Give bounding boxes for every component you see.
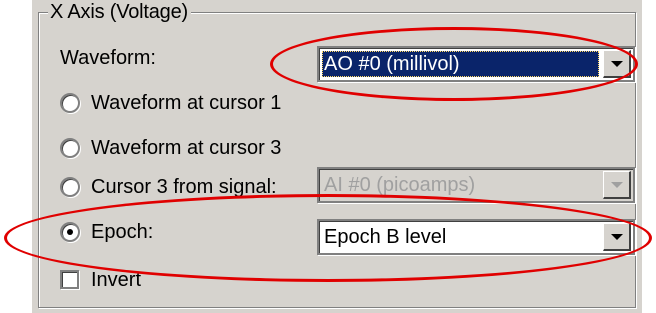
invert-checkbox-label: Invert <box>91 269 142 291</box>
waveform-dropdown-button[interactable] <box>603 50 631 78</box>
waveform-select-value: AO #0 (millivol) <box>322 51 599 77</box>
waveform-label: Waveform: <box>60 47 156 69</box>
waveform-select[interactable]: AO #0 (millivol) <box>317 46 635 82</box>
cursor3-radio-label: Waveform at cursor 3 <box>91 137 282 159</box>
cursor1-radio[interactable] <box>60 93 80 113</box>
cursor3-signal-select: AI #0 (picoamps) <box>317 167 635 203</box>
epoch-dropdown-button[interactable] <box>603 223 631 251</box>
epoch-select[interactable]: Epoch B level <box>317 219 635 255</box>
invert-checkbox[interactable] <box>60 270 79 289</box>
x-axis-group-title: X Axis (Voltage) <box>48 1 191 23</box>
chevron-down-icon <box>611 61 623 67</box>
chevron-down-icon <box>611 234 623 240</box>
chevron-down-icon <box>611 182 623 188</box>
cursor3-from-signal-radio[interactable] <box>60 177 80 197</box>
epoch-select-value: Epoch B level <box>324 226 447 248</box>
epoch-radio-selected-dot <box>67 229 73 235</box>
cursor3-from-signal-label: Cursor 3 from signal: <box>91 176 277 198</box>
cursor3-radio[interactable] <box>60 138 80 158</box>
cursor1-radio-label: Waveform at cursor 1 <box>91 92 282 114</box>
cursor3-signal-dropdown-button <box>603 171 631 199</box>
epoch-radio[interactable] <box>60 222 80 242</box>
epoch-radio-label: Epoch: <box>91 221 154 243</box>
cursor3-signal-select-value: AI #0 (picoamps) <box>324 174 476 196</box>
